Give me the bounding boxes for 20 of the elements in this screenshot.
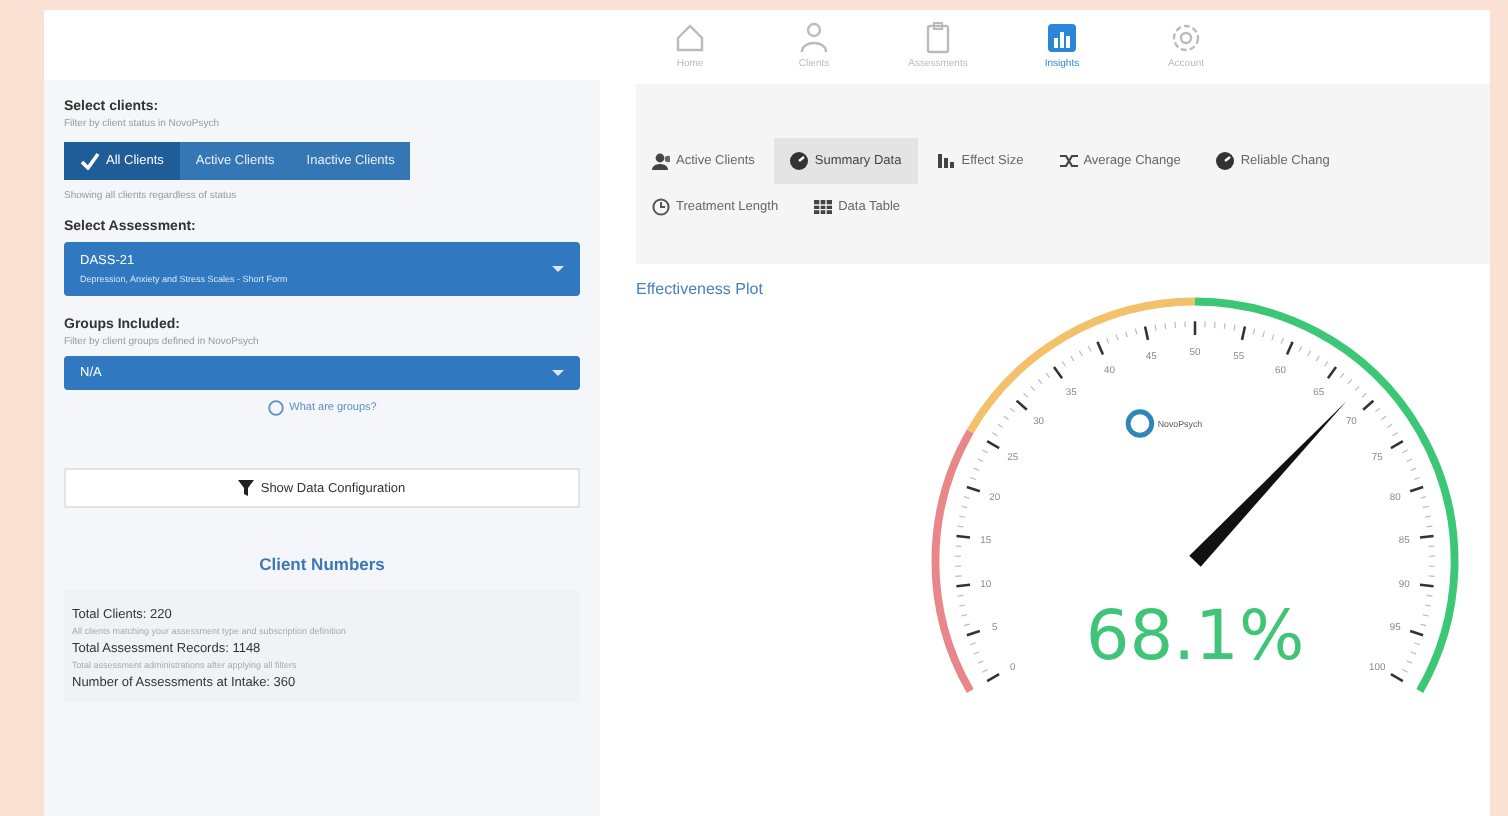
table-icon [814,198,833,216]
info-icon [267,400,284,416]
caret-icon [552,370,564,376]
shuffle-icon [1059,152,1078,170]
gauge-reading: 68.1% [1085,597,1305,678]
caret-icon [552,266,564,272]
check-icon [80,152,100,170]
clock-icon [652,198,670,216]
bar-chart-icon [937,152,956,170]
section-title: Client Numbers [257,554,387,574]
gauge-icon [790,152,809,170]
gear-icon [1168,20,1204,56]
person-icon [796,20,832,56]
gauge-icon [1216,152,1235,170]
section-title: Effectiveness Plot [636,280,763,298]
filter-icon [238,480,255,496]
users-icon [652,152,670,170]
home-icon [672,20,708,56]
chart-icon [1044,20,1080,56]
logo-icon [1125,409,1155,438]
